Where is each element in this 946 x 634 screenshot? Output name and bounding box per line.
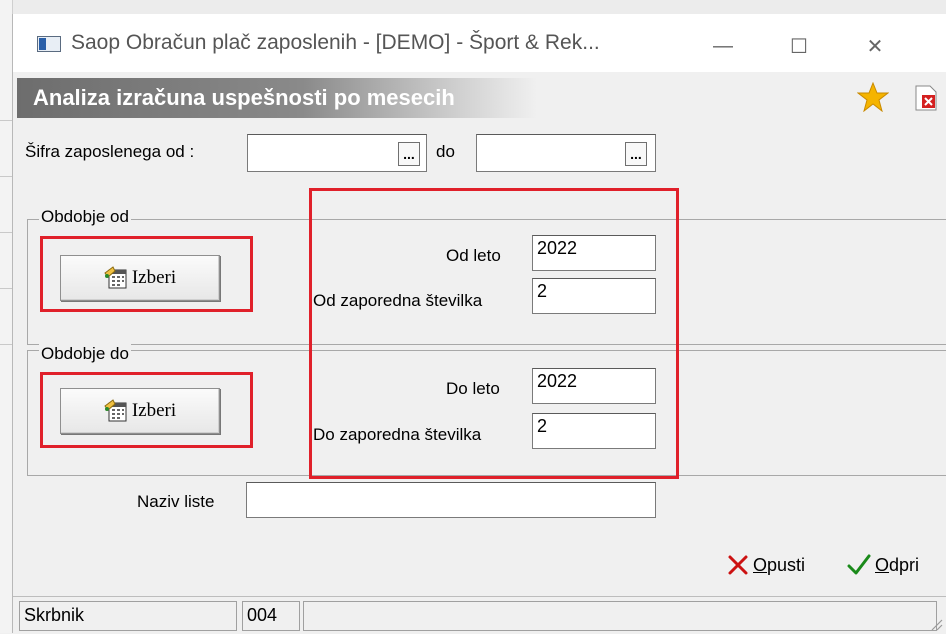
checkmark-icon <box>847 554 871 575</box>
period-from-group-label: Obdobje od <box>39 207 131 227</box>
background-app-divider <box>0 344 12 345</box>
open-button[interactable]: Odpri <box>847 554 919 576</box>
dialog-window: Saop Obračun plač zaposlenih - [DEMO] - … <box>12 14 946 633</box>
list-name-label: Naziv liste <box>137 492 215 511</box>
form-title-bar: Analiza izračuna uspešnosti po mesecih <box>17 78 537 118</box>
background-app-divider <box>0 232 12 233</box>
status-bar: Skrbnik 004 <box>13 596 946 634</box>
highlight-box-period-fields <box>309 188 679 479</box>
favorite-star-icon[interactable] <box>857 82 889 112</box>
employee-code-to-label: do <box>436 142 455 161</box>
highlight-box-to-button <box>40 372 253 448</box>
cancel-label: Opusti <box>753 554 806 575</box>
employee-code-from-label: Šifra zaposlenega od : <box>25 142 195 161</box>
cancel-button[interactable]: Opusti <box>727 554 805 576</box>
cancel-x-icon <box>728 555 748 575</box>
status-code: 004 <box>242 601 300 631</box>
form-header: Analiza izračuna uspešnosti po mesecih <box>13 78 946 118</box>
background-app-divider <box>0 288 12 289</box>
minimize-button[interactable]: — <box>693 28 753 64</box>
list-name-input[interactable] <box>246 482 656 518</box>
employee-code-from-browse-button[interactable]: ... <box>398 142 420 166</box>
close-window-button[interactable]: ✕ <box>845 28 905 64</box>
close-document-icon[interactable] <box>915 85 937 111</box>
app-window-icon <box>37 36 61 52</box>
period-to-group-label: Obdobje do <box>39 344 131 364</box>
open-label: Odpri <box>875 554 920 575</box>
background-app-top-strip <box>0 0 946 15</box>
status-user: Skrbnik <box>19 601 237 631</box>
window-titlebar: Saop Obračun plač zaposlenih - [DEMO] - … <box>13 14 946 72</box>
background-app-divider <box>0 176 12 177</box>
highlight-box-from-button <box>40 236 253 312</box>
status-extra <box>303 601 937 631</box>
employee-code-to-browse-button[interactable]: ... <box>625 142 647 166</box>
form-title: Analiza izračuna uspešnosti po mesecih <box>33 85 455 110</box>
maximize-button[interactable]: ☐ <box>769 28 829 64</box>
window-title: Saop Obračun plač zaposlenih - [DEMO] - … <box>71 31 600 54</box>
resize-grip-icon[interactable] <box>929 617 943 631</box>
background-app-divider <box>0 120 12 121</box>
